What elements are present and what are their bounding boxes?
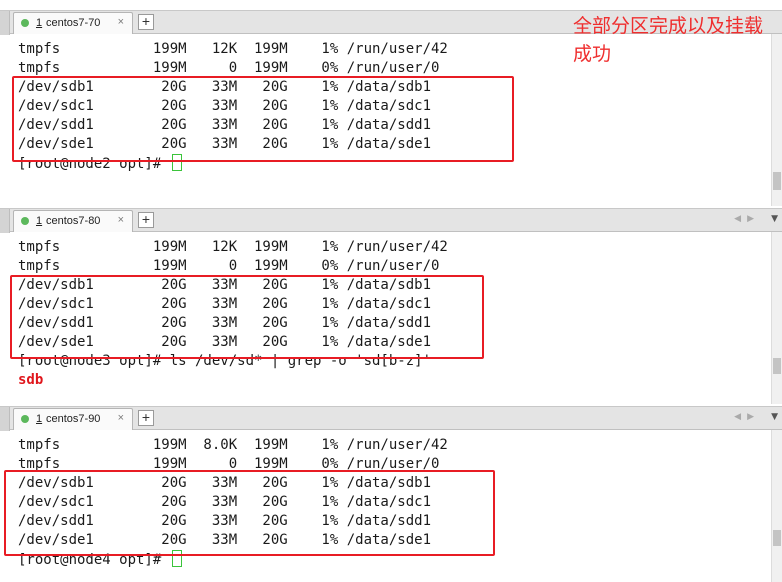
tab-index: 1	[36, 413, 43, 425]
output-line: tmpfs 199M 12K 199M 1% /run/user/42	[18, 239, 448, 255]
tab-bar: 1 centos7-90 × + ◀▶ ▼	[0, 406, 782, 431]
tab-scroll-arrows-icon[interactable]: ◀▶	[734, 214, 760, 224]
tab-label: centos7-90	[46, 413, 101, 425]
terminal-pane-3: 1 centos7-90 × + ◀▶ ▼ tmpfs 199M 8.0K 19…	[0, 406, 782, 582]
tab-centos7-90[interactable]: 1 centos7-90 ×	[13, 408, 133, 430]
tab-menu-icon[interactable]: ▼	[771, 214, 778, 224]
tab-bar: 1 centos7-80 × + ◀▶ ▼	[0, 208, 782, 233]
connected-status-icon	[21, 19, 29, 27]
tab-bar-edge	[0, 209, 10, 233]
close-tab-icon[interactable]: ×	[118, 412, 124, 424]
output-line: tmpfs 199M 12K 199M 1% /run/user/42	[18, 41, 448, 57]
command-output-line: sdb	[18, 372, 44, 388]
connected-status-icon	[21, 415, 29, 423]
tab-index: 1	[36, 215, 43, 227]
add-tab-button[interactable]: +	[138, 410, 154, 426]
add-tab-button[interactable]: +	[138, 14, 154, 30]
scrollbar[interactable]	[771, 430, 782, 582]
tab-menu-icon[interactable]: ▼	[771, 412, 778, 422]
tab-scroll-arrows-icon[interactable]: ◀▶	[734, 412, 760, 422]
tab-label: centos7-70	[46, 17, 101, 29]
scrollbar-thumb[interactable]	[773, 358, 781, 374]
close-tab-icon[interactable]: ×	[118, 214, 124, 226]
highlight-box	[10, 275, 484, 359]
highlight-box	[12, 76, 514, 162]
output-line: tmpfs 199M 8.0K 199M 1% /run/user/42	[18, 437, 448, 453]
terminal-pane-2: 1 centos7-80 × + ◀▶ ▼ tmpfs 199M 12K 199…	[0, 208, 782, 404]
tab-label: centos7-80	[46, 215, 101, 227]
scrollbar-thumb[interactable]	[773, 172, 781, 190]
connected-status-icon	[21, 217, 29, 225]
annotation-note: 全部分区完成以及挂载成功	[573, 15, 764, 65]
tab-index: 1	[36, 17, 43, 29]
tab-bar-edge	[0, 11, 10, 35]
output-line: tmpfs 199M 0 199M 0% /run/user/0	[18, 258, 440, 274]
tab-centos7-80[interactable]: 1 centos7-80 ×	[13, 210, 133, 232]
tab-centos7-70[interactable]: 1 centos7-70 ×	[13, 12, 133, 34]
scrollbar[interactable]	[771, 232, 782, 404]
close-tab-icon[interactable]: ×	[118, 16, 124, 28]
highlight-box	[4, 470, 495, 556]
add-tab-button[interactable]: +	[138, 212, 154, 228]
scrollbar-thumb[interactable]	[773, 530, 781, 546]
tab-bar-edge	[0, 407, 10, 431]
